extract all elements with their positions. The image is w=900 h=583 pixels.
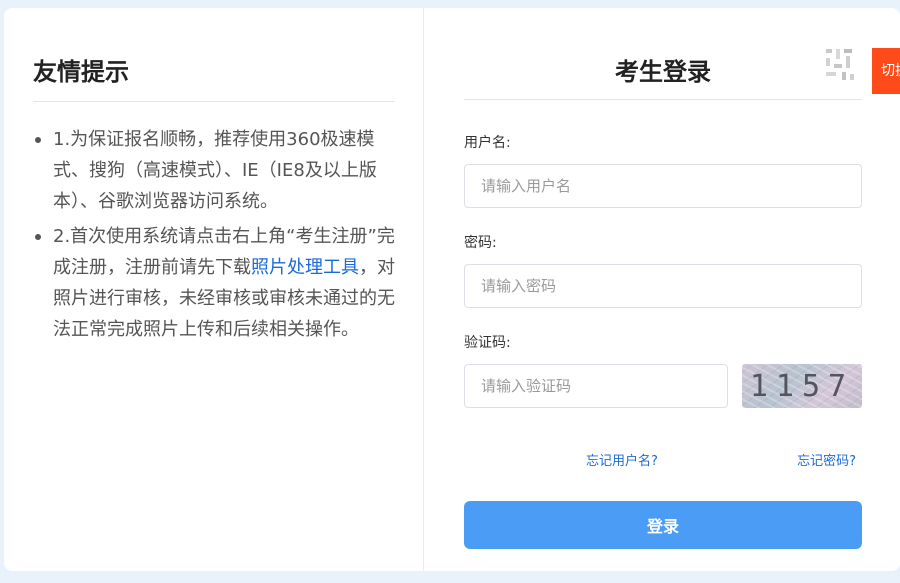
tips-panel: 友情提示 1.为保证报名顺畅，推荐使用360极速模式、搜狗（高速模式）、IE（I… bbox=[4, 8, 424, 571]
login-card: 友情提示 1.为保证报名顺畅，推荐使用360极速模式、搜狗（高速模式）、IE（I… bbox=[4, 8, 900, 571]
login-button[interactable]: 登录 bbox=[464, 501, 862, 549]
login-title: 考生登录 bbox=[464, 8, 862, 100]
password-label: 密码: bbox=[464, 235, 497, 251]
photo-tool-link[interactable]: 照片处理工具 bbox=[251, 257, 359, 278]
captcha-input[interactable] bbox=[464, 364, 728, 408]
forgot-username-link[interactable]: 忘记用户名? bbox=[586, 450, 658, 469]
forgot-password-link[interactable]: 忘记密码? bbox=[797, 450, 856, 469]
tips-item: 1.为保证报名顺畅，推荐使用360极速模式、搜狗（高速模式）、IE（IE8及以上… bbox=[33, 124, 395, 217]
captcha-row: 1157 bbox=[464, 364, 862, 408]
qrcode-icon[interactable] bbox=[822, 46, 856, 82]
tips-list: 1.为保证报名顺畅，推荐使用360极速模式、搜狗（高速模式）、IE（IE8及以上… bbox=[33, 124, 395, 345]
switch-login-tab[interactable]: 切换 bbox=[872, 48, 900, 94]
bullet-icon bbox=[35, 234, 41, 240]
bullet-icon bbox=[35, 137, 41, 143]
captcha-text: 1157 bbox=[749, 368, 855, 404]
username-input[interactable] bbox=[464, 164, 862, 208]
password-input[interactable] bbox=[464, 264, 862, 308]
tips-item-text: 1.为保证报名顺畅，推荐使用360极速模式、搜狗（高速模式）、IE（IE8及以上… bbox=[53, 129, 377, 212]
tips-title: 友情提示 bbox=[33, 52, 395, 102]
captcha-label: 验证码: bbox=[464, 335, 511, 351]
login-panel: 考生登录 切换 用户名: 密码: 验证码: 1157 忘记用户名? bbox=[424, 8, 900, 571]
tips-item: 2.首次使用系统请点击右上角“考生注册”完成注册，注册前请先下载照片处理工具，对… bbox=[33, 221, 395, 345]
recovery-links: 忘记用户名? 忘记密码? bbox=[464, 450, 862, 469]
username-label: 用户名: bbox=[464, 135, 511, 151]
captcha-image[interactable]: 1157 bbox=[742, 364, 862, 408]
